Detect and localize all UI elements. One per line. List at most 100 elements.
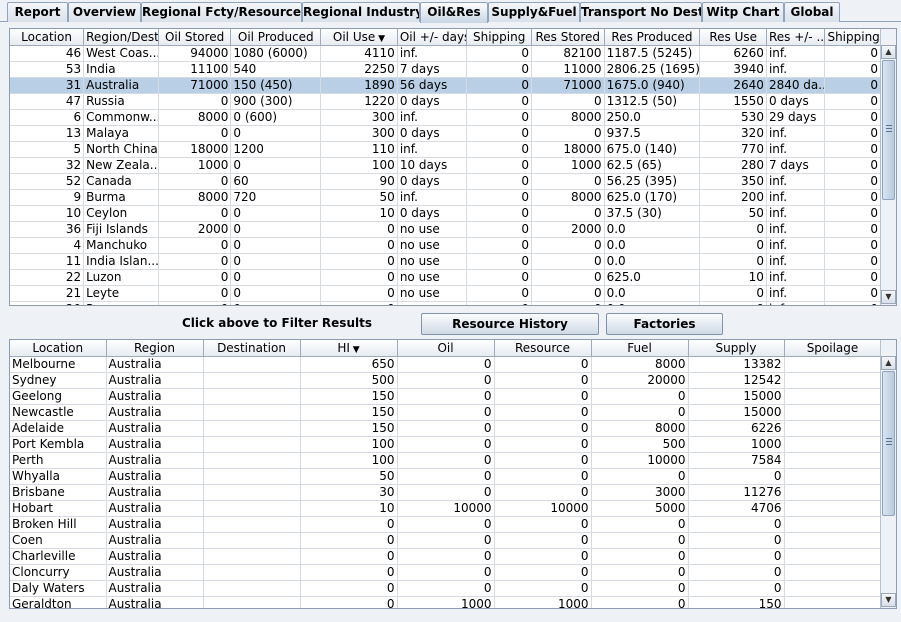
table-row[interactable]: Newcastle Australia 150 0 0 0 15000: [10, 404, 882, 421]
table-row[interactable]: 6 Commonw... 8000 0 (600) 300 inf. 0 8000 250.0 5…: [10, 109, 881, 126]
table-cell: 0: [591, 548, 689, 565]
table-row[interactable]: 21 Leyte 0 0 0 no use 0 0 0.0 0 inf. 0: [10, 285, 881, 302]
tab-overview[interactable]: Overview: [68, 2, 141, 22]
scroll-down-icon[interactable]: ▼: [881, 593, 896, 607]
table-row[interactable]: 32 New Zeala... 1000 0 100 10 days 0 1000 62.5 (…: [10, 157, 881, 174]
tab-oil-res[interactable]: Oil&Res: [420, 2, 488, 23]
table-row[interactable]: Broken Hill Australia 0 0 0 0 0: [10, 516, 882, 533]
table-row[interactable]: 10 Ceylon 0 0 10 0 days 0 0 37.5 (30) 50 inf. 0: [10, 205, 881, 222]
tab-global[interactable]: Global: [784, 2, 840, 22]
scroll-up-icon[interactable]: ▲: [881, 356, 896, 370]
column-header[interactable]: Fuel: [591, 340, 689, 357]
table-cell: [784, 596, 882, 608]
table-row[interactable]: 5 North China 18000 1200 110 inf. 0 18000 675.0 …: [10, 141, 881, 158]
table-row[interactable]: Coen Australia 0 0 0 0 0: [10, 532, 882, 549]
scroll-down-icon[interactable]: ▼: [881, 290, 896, 304]
table-row[interactable]: 22 Luzon 0 0 0 no use 0 0 625.0 10 inf. 0: [10, 269, 881, 286]
tab-transport-no-dest[interactable]: Transport No Dest: [580, 2, 702, 22]
table-cell: 13382: [688, 356, 785, 373]
table-cell: 0: [466, 109, 532, 126]
table-row[interactable]: Sydney Australia 500 0 0 20000 12542: [10, 372, 882, 389]
table-cell: 30: [300, 484, 398, 501]
column-header[interactable]: Region/Dest: [83, 29, 159, 46]
table-row[interactable]: 4 Manchuko 0 0 0 no use 0 0 0.0 0 inf. 0: [10, 237, 881, 254]
tab-supply-fuel[interactable]: Supply&Fuel: [488, 2, 580, 22]
table-cell: Australia: [106, 388, 204, 405]
table-cell: 0: [466, 253, 532, 270]
table-row[interactable]: Perth Australia 100 0 0 10000 7584: [10, 452, 882, 469]
table-row[interactable]: 47 Russia 0 900 (300) 1220 0 days 0 0 1312.5 (50…: [10, 93, 881, 110]
table-cell: 0: [531, 269, 605, 286]
table-row[interactable]: Hobart Australia 10 10000 10000 5000 4706: [10, 500, 882, 517]
tab-regional-fcty-resources[interactable]: Regional Fcty/Resources: [141, 2, 302, 22]
table-row[interactable]: Whyalla Australia 50 0 0 0 0: [10, 468, 882, 485]
table-cell: Australia: [106, 564, 204, 581]
table-row[interactable]: Adelaide Australia 150 0 0 8000 6226: [10, 420, 882, 437]
column-header[interactable]: Location: [10, 340, 107, 357]
column-header[interactable]: Destination: [203, 340, 301, 357]
column-header[interactable]: Supply: [688, 340, 785, 357]
table-cell: 2840 da...: [766, 77, 826, 94]
table-cell: 0: [300, 532, 398, 549]
table-cell: 0: [591, 564, 689, 581]
table-cell: no use: [397, 221, 468, 238]
table-row[interactable]: 9 Burma 8000 720 50 inf. 0 8000 625.0 (170) 200 in…: [10, 189, 881, 206]
table-row[interactable]: Port Kembla Australia 100 0 0 500 1000: [10, 436, 882, 453]
table-cell: India Islan...: [83, 253, 159, 270]
table-cell: Commonw...: [83, 109, 159, 126]
table-cell: Australia: [106, 356, 204, 373]
table-row[interactable]: 31 Australia 71000 150 (450) 1890 56 days 0 710…: [10, 77, 881, 94]
table-cell: 900 (300): [230, 93, 322, 110]
scroll-thumb[interactable]: [882, 60, 895, 200]
column-header[interactable]: Region: [106, 340, 204, 357]
tab-witp-chart[interactable]: Witp Chart: [702, 2, 784, 22]
table-row[interactable]: Cloncurry Australia 0 0 0 0 0: [10, 564, 882, 581]
table-cell: 0: [824, 253, 881, 270]
resource-history-button[interactable]: Resource History: [421, 313, 599, 335]
tab-report[interactable]: Report: [7, 2, 68, 22]
table-row[interactable]: Daly Waters Australia 0 0 0 0 0: [10, 580, 882, 597]
factories-button[interactable]: Factories: [606, 313, 723, 335]
column-header[interactable]: Res Use: [699, 29, 767, 46]
table-cell: 62.5 (65): [604, 157, 701, 174]
column-header[interactable]: Oil Use: [320, 29, 398, 46]
table-row[interactable]: 52 Canada 0 60 90 0 days 0 0 56.25 (395) 350 inf. 0: [10, 173, 881, 190]
table-row[interactable]: Geraldton Australia 0 1000 1000 0 150: [10, 596, 882, 608]
table-cell: 0: [591, 468, 689, 485]
scroll-thumb[interactable]: [882, 371, 895, 516]
scroll-up-icon[interactable]: ▲: [881, 45, 896, 59]
column-header[interactable]: Location: [10, 29, 85, 46]
column-header[interactable]: Resource: [494, 340, 592, 357]
table-row[interactable]: Geelong Australia 150 0 0 0 15000: [10, 388, 882, 405]
table-cell: 3000: [591, 484, 689, 501]
column-header[interactable]: Oil +/- days: [397, 29, 468, 46]
column-header[interactable]: Oil Produced: [230, 29, 322, 46]
table-cell: 540: [230, 61, 322, 78]
column-header[interactable]: HI: [300, 340, 398, 357]
table-cell: inf.: [766, 141, 826, 158]
column-header[interactable]: Res Produced: [604, 29, 701, 46]
tab-regional-industry[interactable]: Regional Industry: [302, 2, 420, 22]
table-row[interactable]: Charleville Australia 0 0 0 0 0: [10, 548, 882, 565]
column-header[interactable]: Res Stored: [531, 29, 605, 46]
table-row[interactable]: Melbourne Australia 650 0 0 8000 13382: [10, 356, 882, 373]
table-row[interactable]: 20Panay000no use000.00inf.0: [10, 301, 881, 305]
column-header[interactable]: Res +/- ...: [766, 29, 826, 46]
table-cell: [784, 388, 882, 405]
table-cell: 11276: [688, 484, 785, 501]
column-header[interactable]: Shipping: [824, 29, 881, 46]
table-row[interactable]: 36 Fiji Islands 2000 0 0 no use 0 2000 0.0 0 inf. 0: [10, 221, 881, 238]
table-row[interactable]: 46 West Coas... 94000 1080 (6000) 4110 inf. 0 8…: [10, 45, 881, 62]
column-header[interactable]: Shipping: [466, 29, 532, 46]
column-header[interactable]: Oil: [397, 340, 495, 357]
table-cell: 11: [10, 253, 85, 270]
column-header[interactable]: Spoilage: [784, 340, 882, 357]
top-table-scrollbar[interactable]: ▲ ▼: [880, 29, 896, 305]
table-cell: 0: [688, 468, 785, 485]
table-row[interactable]: Brisbane Australia 30 0 0 3000 11276: [10, 484, 882, 501]
table-row[interactable]: 11 India Islan... 0 0 0 no use 0 0 0.0 0 inf. 0: [10, 253, 881, 270]
bottom-table-scrollbar[interactable]: ▲ ▼: [880, 340, 896, 608]
column-header[interactable]: Oil Stored: [158, 29, 232, 46]
table-row[interactable]: 53 India 11100 540 2250 7 days 0 11000 2806.25 (…: [10, 61, 881, 78]
table-row[interactable]: 13 Malaya 0 0 300 0 days 0 0 937.5 320 inf. 0: [10, 125, 881, 142]
